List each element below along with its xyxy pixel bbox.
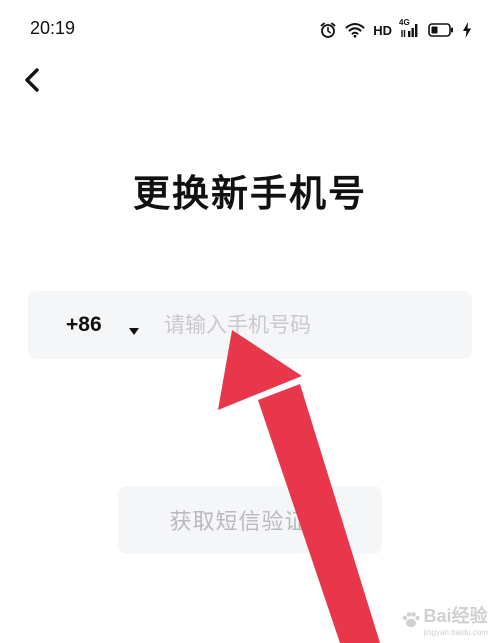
status-icons: HD 4G [319,18,472,41]
signal-icon: 4G [399,18,420,38]
watermark-sub: jingyan.baidu.com [423,628,488,637]
alarm-icon [319,21,337,39]
watermark-text: Bai经验 [423,606,488,626]
charging-icon [462,22,472,38]
get-verification-code-button[interactable]: 获取短信验证码 [118,486,382,554]
wifi-icon [345,22,365,38]
paw-icon [401,610,421,630]
status-time: 20:19 [30,18,76,38]
back-button[interactable] [16,62,48,98]
chevron-left-icon [22,67,42,93]
phone-input-row: +86 [28,291,472,359]
battery-icon [428,23,454,37]
status-bar: 20:19 HD 4G [0,0,500,58]
page-title: 更换新手机号 [133,172,367,215]
country-code-selector[interactable]: +86 [66,313,102,337]
hd-label: HD [373,22,392,38]
network-label: 4G [399,18,410,27]
baidu-watermark: Bai经验 jingyan.baidu.com [401,602,488,637]
phone-number-input[interactable] [164,305,454,345]
triangle-down-icon[interactable] [128,321,140,340]
